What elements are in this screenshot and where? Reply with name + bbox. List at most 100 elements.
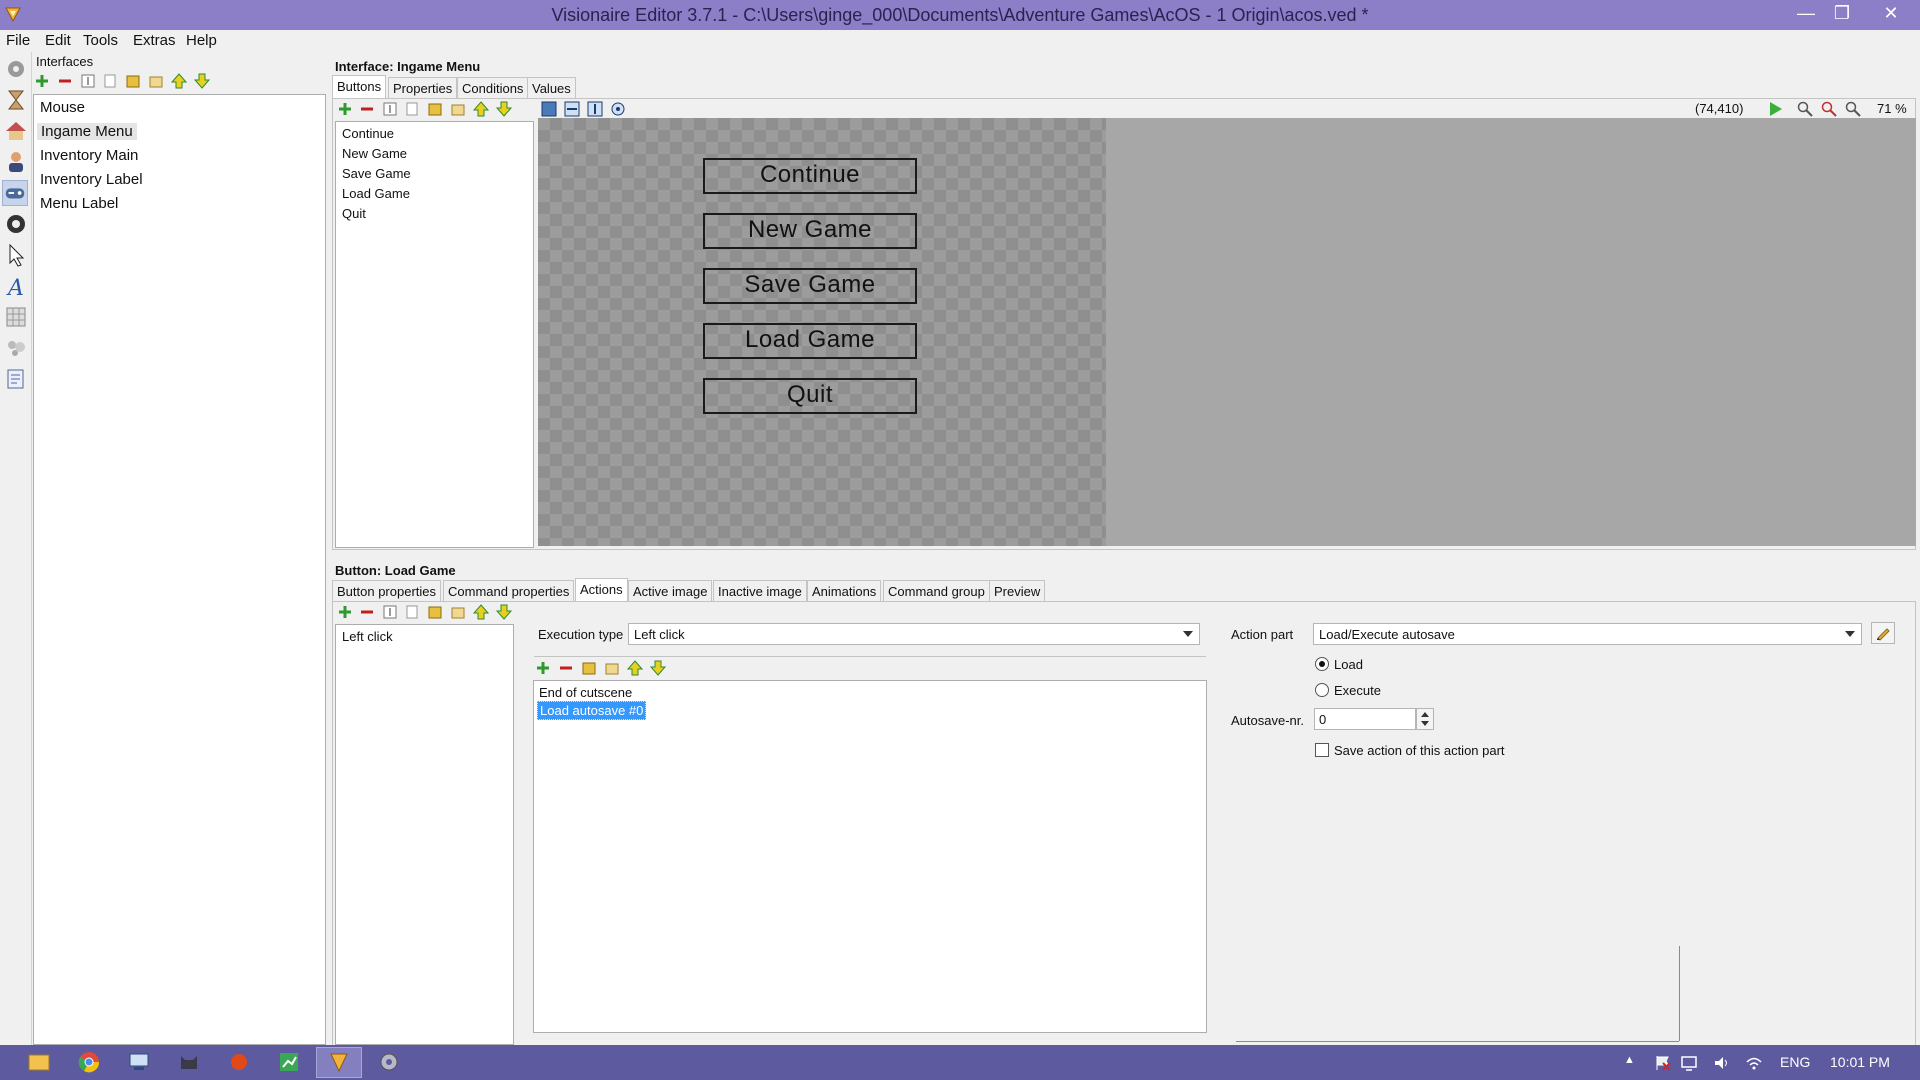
close-button[interactable]: ✕ [1868, 0, 1914, 26]
duplicate-icon[interactable] [148, 73, 164, 89]
particles-icon[interactable] [3, 335, 29, 361]
ball-icon[interactable] [3, 211, 29, 237]
menu-file[interactable]: File [6, 32, 30, 49]
zoom-in-icon[interactable] [1797, 101, 1813, 117]
load-radio[interactable] [1315, 657, 1329, 671]
save-action-checkbox[interactable] [1315, 743, 1329, 757]
action-center-flag-icon[interactable] [1654, 1054, 1672, 1072]
zoom-out-icon[interactable] [1845, 101, 1861, 117]
taskbar-chrome[interactable] [66, 1047, 112, 1078]
buttons-list[interactable]: Continue New Game Save Game Load Game Qu… [335, 121, 534, 548]
tab-button-properties[interactable]: Button properties [332, 580, 442, 602]
add-icon[interactable] [535, 660, 551, 676]
interfaces-list[interactable]: Mouse Ingame Menu Inventory Main Invento… [33, 94, 326, 1045]
center-view-icon[interactable] [610, 101, 626, 117]
list-item[interactable]: Quit [342, 206, 366, 221]
splitter-vertical[interactable] [1679, 946, 1680, 1041]
copy-icon[interactable] [404, 604, 420, 620]
canvas-button-load-game[interactable]: Load Game [703, 323, 917, 359]
cursor-arrow-icon[interactable] [3, 242, 29, 268]
move-down-icon[interactable] [194, 73, 210, 89]
tab-properties[interactable]: Properties [388, 77, 458, 99]
move-down-icon[interactable] [496, 101, 512, 117]
character-icon[interactable] [3, 149, 29, 175]
rename-icon[interactable] [80, 73, 96, 89]
interfaces-category[interactable] [2, 180, 28, 206]
add-icon[interactable] [34, 73, 50, 89]
taskbar-chart-app[interactable] [266, 1047, 312, 1078]
fit-width-icon[interactable] [564, 101, 580, 117]
zoom-reset-icon[interactable] [1821, 101, 1837, 117]
grid-icon[interactable] [3, 304, 29, 330]
taskbar-visionaire[interactable] [316, 1047, 362, 1078]
menu-help[interactable]: Help [186, 32, 217, 49]
tab-preview[interactable]: Preview [989, 580, 1046, 602]
canvas-button-save-game[interactable]: Save Game [703, 268, 917, 304]
language-indicator[interactable]: ENG [1780, 1054, 1810, 1070]
edit-action-part-button[interactable] [1871, 622, 1895, 644]
tab-inactive-image[interactable]: Inactive image [713, 580, 807, 602]
list-item[interactable]: Inventory Label [40, 171, 143, 188]
execute-radio[interactable] [1315, 683, 1329, 697]
paste-icon[interactable] [427, 604, 443, 620]
rename-icon[interactable] [382, 101, 398, 117]
settings-gear-icon[interactable] [3, 56, 29, 82]
paste-icon[interactable] [581, 660, 597, 676]
tab-conditions[interactable]: Conditions [457, 77, 529, 99]
wifi-icon[interactable] [1745, 1054, 1763, 1072]
tab-command-group[interactable]: Command group [883, 580, 990, 602]
tray-expand-icon[interactable]: ▲ [1624, 1054, 1635, 1066]
action-part-select[interactable]: Load/Execute autosave [1313, 623, 1862, 645]
move-up-icon[interactable] [171, 73, 187, 89]
canvas-button-new-game[interactable]: New Game [703, 213, 917, 249]
remove-icon[interactable] [359, 604, 375, 620]
minimize-button[interactable]: — [1786, 0, 1826, 26]
tab-actions[interactable]: Actions [575, 578, 628, 602]
move-up-icon[interactable] [473, 604, 489, 620]
list-item[interactable]: Load Game [342, 186, 410, 201]
taskbar-cat-app[interactable] [166, 1047, 212, 1078]
remove-icon[interactable] [57, 73, 73, 89]
move-down-icon[interactable] [496, 604, 512, 620]
move-up-icon[interactable] [627, 660, 643, 676]
list-item-selected[interactable]: Ingame Menu [37, 123, 137, 140]
menu-extras[interactable]: Extras [133, 32, 176, 49]
display-icon[interactable] [1680, 1054, 1698, 1072]
move-up-icon[interactable] [473, 101, 489, 117]
rename-icon[interactable] [382, 604, 398, 620]
taskbar-tools[interactable] [366, 1047, 412, 1078]
list-item[interactable]: Left click [342, 629, 393, 644]
list-item[interactable]: End of cutscene [539, 685, 632, 700]
duplicate-icon[interactable] [450, 101, 466, 117]
move-down-icon[interactable] [650, 660, 666, 676]
actions-list[interactable]: Left click [335, 624, 514, 1045]
tab-buttons[interactable]: Buttons [332, 75, 387, 99]
paste-icon[interactable] [125, 73, 141, 89]
list-item[interactable]: Mouse [40, 99, 85, 116]
copy-icon[interactable] [102, 73, 118, 89]
menu-tools[interactable]: Tools [83, 32, 118, 49]
list-item[interactable]: New Game [342, 146, 407, 161]
splitter-horizontal[interactable] [1236, 1041, 1679, 1042]
remove-icon[interactable] [558, 660, 574, 676]
copy-icon[interactable] [404, 101, 420, 117]
fit-view-icon[interactable] [541, 101, 557, 117]
tab-active-image[interactable]: Active image [628, 580, 713, 602]
tab-animations[interactable]: Animations [807, 580, 882, 602]
autosave-spinner[interactable] [1416, 708, 1434, 730]
paste-icon[interactable] [427, 101, 443, 117]
autosave-input[interactable]: 0 [1314, 708, 1416, 730]
fit-height-icon[interactable] [587, 101, 603, 117]
taskbar-network[interactable] [116, 1047, 162, 1078]
scene-house-icon[interactable] [3, 118, 29, 144]
add-icon[interactable] [337, 604, 353, 620]
canvas-button-quit[interactable]: Quit [703, 378, 917, 414]
duplicate-icon[interactable] [604, 660, 620, 676]
taskbar-red-app[interactable] [216, 1047, 262, 1078]
script-icon[interactable] [3, 366, 29, 392]
maximize-button[interactable]: ❐ [1822, 0, 1862, 26]
font-icon[interactable]: A [3, 273, 29, 299]
duplicate-icon[interactable] [450, 604, 466, 620]
canvas-button-continue[interactable]: Continue [703, 158, 917, 194]
clock[interactable]: 10:01 PM [1830, 1054, 1890, 1070]
